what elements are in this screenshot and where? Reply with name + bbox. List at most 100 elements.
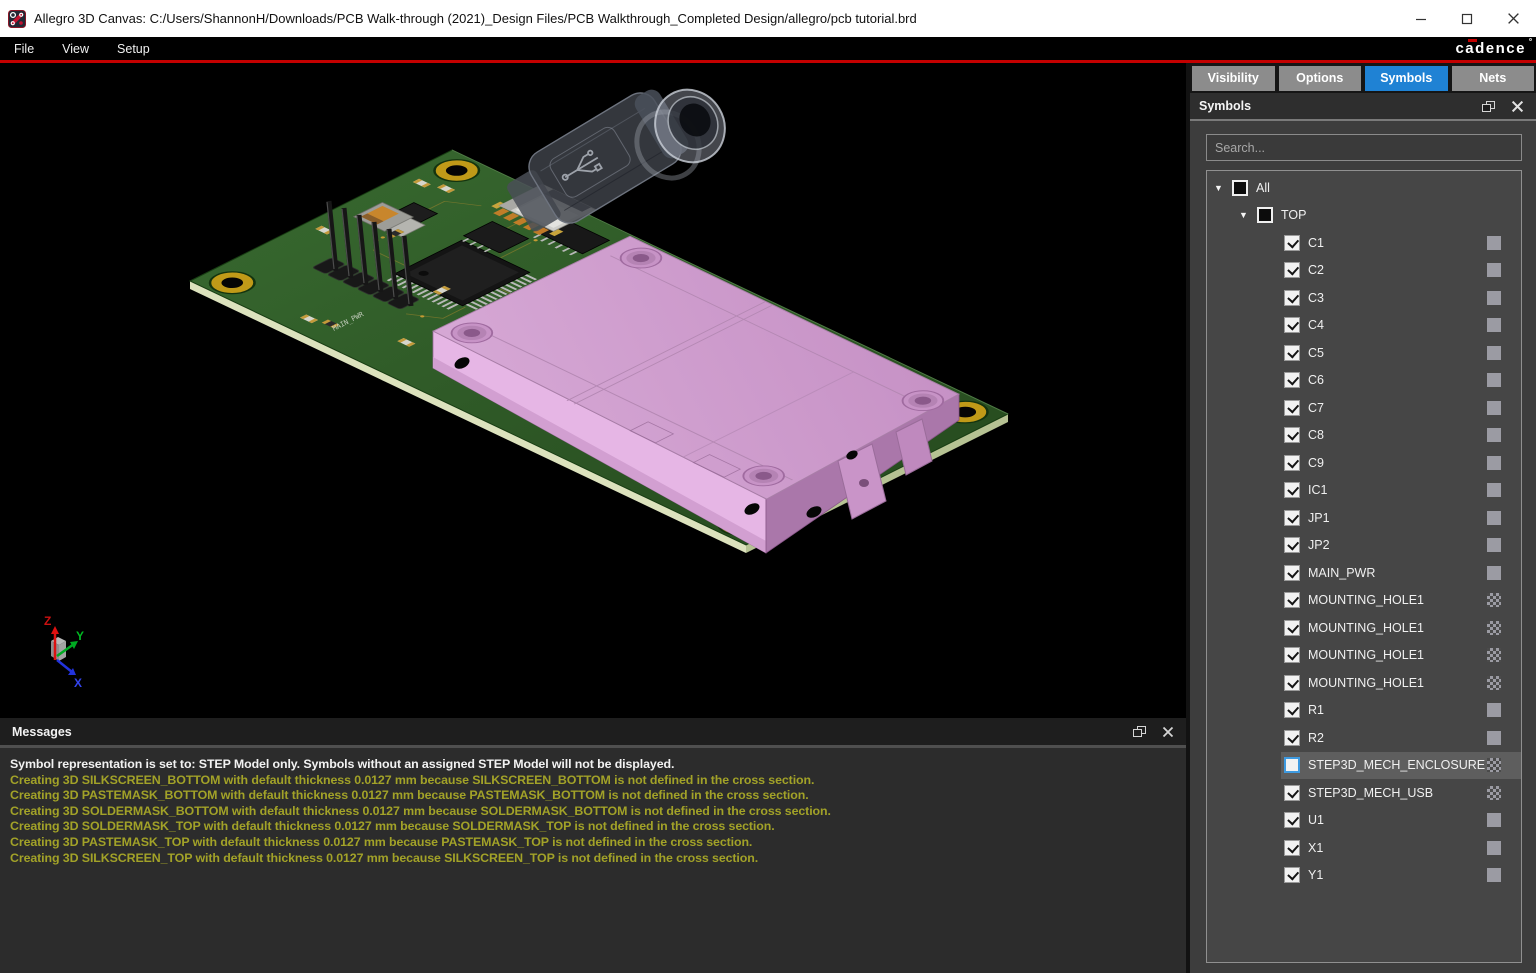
checkbox-checked[interactable] [1284, 344, 1300, 361]
close-panel-icon[interactable] [1162, 726, 1174, 738]
checkbox-checked[interactable] [1284, 729, 1300, 746]
tree-row-step3d-mech-usb[interactable]: STEP3D_MECH_USB [1207, 779, 1521, 807]
color-swatch-solid[interactable] [1487, 703, 1501, 718]
checkbox-partial[interactable] [1232, 179, 1248, 196]
checkbox-checked[interactable] [1284, 509, 1300, 526]
checkbox-checked[interactable] [1284, 289, 1300, 306]
color-swatch-solid[interactable] [1487, 373, 1501, 388]
checkbox-checked[interactable] [1284, 317, 1300, 334]
checkbox-checked[interactable] [1284, 647, 1300, 664]
checkbox-checked[interactable] [1284, 262, 1300, 279]
checkbox-checked[interactable] [1284, 619, 1300, 636]
checkbox-checked[interactable] [1284, 399, 1300, 416]
tree-item-label: MOUNTING_HOLE1 [1308, 648, 1424, 663]
checkbox-checked[interactable] [1284, 702, 1300, 719]
color-swatch-solid[interactable] [1487, 538, 1501, 553]
chevron-down-icon[interactable]: ▼ [1214, 183, 1232, 193]
tree-row-mounting-hole1[interactable]: MOUNTING_HOLE1 [1207, 614, 1521, 642]
tree-row-x1[interactable]: X1 [1207, 834, 1521, 862]
checkbox-checked[interactable] [1284, 537, 1300, 554]
menu-item-file[interactable]: File [0, 42, 48, 56]
tab-symbols[interactable]: Symbols [1365, 66, 1448, 91]
color-swatch-solid[interactable] [1487, 263, 1501, 278]
color-swatch-solid[interactable] [1487, 235, 1501, 250]
tab-options[interactable]: Options [1278, 66, 1361, 91]
checkbox-checked[interactable] [1284, 867, 1300, 884]
color-swatch-solid[interactable] [1487, 510, 1501, 525]
minimize-button[interactable] [1398, 0, 1444, 37]
3d-canvas[interactable]: MAIN_PWR Z Y X [0, 63, 1186, 718]
menu-item-setup[interactable]: Setup [103, 42, 164, 56]
tab-nets[interactable]: Nets [1451, 66, 1534, 91]
color-swatch-hatch[interactable] [1487, 620, 1501, 635]
tree-row-main-pwr[interactable]: MAIN_PWR [1207, 559, 1521, 587]
tree-row-jp2[interactable]: JP2 [1207, 532, 1521, 560]
title-bar[interactable]: Allegro 3D Canvas: C:/Users/ShannonH/Dow… [0, 0, 1536, 37]
tree-row-c1[interactable]: C1 [1207, 229, 1521, 257]
tree-row-r1[interactable]: R1 [1207, 697, 1521, 725]
axis-z-label: Z [44, 614, 51, 628]
tree-row-c5[interactable]: C5 [1207, 339, 1521, 367]
color-swatch-solid[interactable] [1487, 868, 1501, 883]
tree-row-c3[interactable]: C3 [1207, 284, 1521, 312]
checkbox-partial[interactable] [1257, 207, 1273, 224]
color-swatch-solid[interactable] [1487, 400, 1501, 415]
checkbox-checked[interactable] [1284, 234, 1300, 251]
checkbox-checked[interactable] [1284, 454, 1300, 471]
checkbox-checked[interactable] [1284, 839, 1300, 856]
tree-row-c7[interactable]: C7 [1207, 394, 1521, 422]
checkbox-checked[interactable] [1284, 812, 1300, 829]
tree-row-all[interactable]: ▼ All [1207, 174, 1521, 202]
tree-row-y1[interactable]: Y1 [1207, 862, 1521, 890]
tree-row-jp1[interactable]: JP1 [1207, 504, 1521, 532]
search-input[interactable] [1206, 134, 1522, 161]
tree-row-mounting-hole1[interactable]: MOUNTING_HOLE1 [1207, 642, 1521, 670]
tree-row-c4[interactable]: C4 [1207, 312, 1521, 340]
color-swatch-hatch[interactable] [1487, 785, 1501, 800]
tree-row-mounting-hole1[interactable]: MOUNTING_HOLE1 [1207, 669, 1521, 697]
checkbox-checked[interactable] [1284, 592, 1300, 609]
checkbox-checked[interactable] [1284, 564, 1300, 581]
close-panel-icon[interactable] [1511, 100, 1524, 113]
color-swatch-hatch[interactable] [1487, 675, 1501, 690]
color-swatch-solid[interactable] [1487, 455, 1501, 470]
float-panel-icon[interactable] [1482, 100, 1495, 112]
color-swatch-solid[interactable] [1487, 290, 1501, 305]
maximize-button[interactable] [1444, 0, 1490, 37]
checkbox-checked[interactable] [1284, 784, 1300, 801]
tree-row-c9[interactable]: C9 [1207, 449, 1521, 477]
color-swatch-solid[interactable] [1487, 565, 1501, 580]
message-line-warning: Creating 3D PASTEMASK_TOP with default t… [10, 834, 753, 849]
tree-row-step3d-mech-enclosure[interactable]: STEP3D_MECH_ENCLOSURE [1207, 751, 1521, 779]
chevron-down-icon[interactable]: ▼ [1239, 210, 1257, 220]
color-swatch-solid[interactable] [1487, 428, 1501, 443]
color-swatch-solid[interactable] [1487, 318, 1501, 333]
checkbox-unchecked[interactable] [1284, 757, 1300, 774]
tree-row-mounting-hole1[interactable]: MOUNTING_HOLE1 [1207, 587, 1521, 615]
checkbox-checked[interactable] [1284, 482, 1300, 499]
tree-row-c8[interactable]: C8 [1207, 422, 1521, 450]
color-swatch-solid[interactable] [1487, 483, 1501, 498]
tree-row-c2[interactable]: C2 [1207, 257, 1521, 285]
menu-item-view[interactable]: View [48, 42, 103, 56]
tree-row-u1[interactable]: U1 [1207, 807, 1521, 835]
color-swatch-solid[interactable] [1487, 840, 1501, 855]
tree-row-r2[interactable]: R2 [1207, 724, 1521, 752]
tree-row-ic1[interactable]: IC1 [1207, 477, 1521, 505]
float-panel-icon[interactable] [1133, 726, 1146, 737]
color-swatch-solid[interactable] [1487, 813, 1501, 828]
tab-visibility[interactable]: Visibility [1192, 66, 1275, 91]
color-swatch-solid[interactable] [1487, 345, 1501, 360]
color-swatch-solid[interactable] [1487, 730, 1501, 745]
checkbox-checked[interactable] [1284, 674, 1300, 691]
color-swatch-hatch[interactable] [1487, 648, 1501, 663]
tree-row-top[interactable]: ▼ TOP [1207, 202, 1521, 230]
messages-header[interactable]: Messages [0, 718, 1186, 748]
color-swatch-hatch[interactable] [1487, 593, 1501, 608]
checkbox-checked[interactable] [1284, 372, 1300, 389]
tree-row-c6[interactable]: C6 [1207, 367, 1521, 395]
symbols-panel-header[interactable]: Symbols [1190, 93, 1536, 121]
color-swatch-hatch[interactable] [1487, 758, 1501, 773]
close-button[interactable] [1490, 0, 1536, 37]
checkbox-checked[interactable] [1284, 427, 1300, 444]
